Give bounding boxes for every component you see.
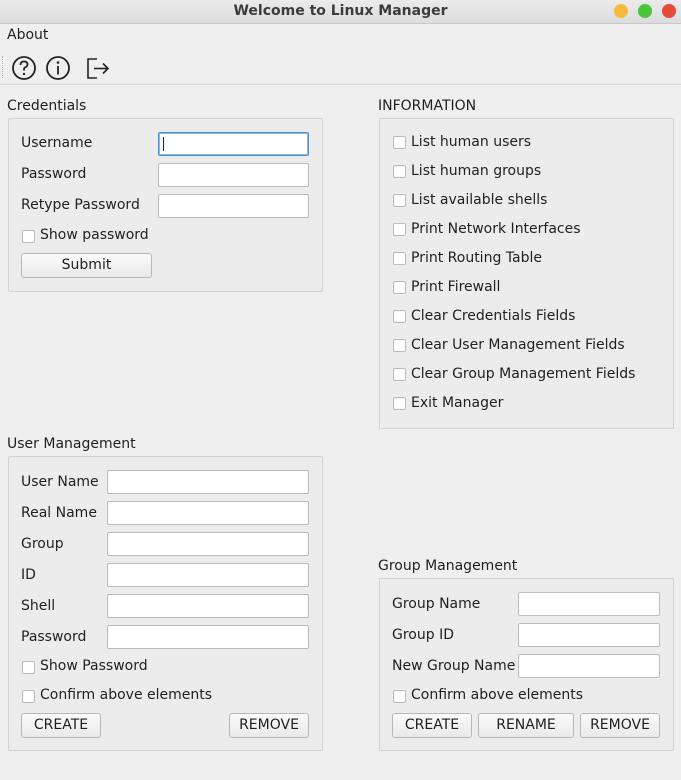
- user-password-input[interactable]: [107, 625, 309, 649]
- new-group-name-label: New Group Name: [392, 658, 516, 674]
- id-input[interactable]: [107, 563, 309, 587]
- user-management-title: User Management: [7, 436, 136, 452]
- information-panel: List human users List human groups List …: [379, 118, 674, 429]
- group-id-input[interactable]: [518, 623, 660, 647]
- retype-password-label: Retype Password: [21, 197, 140, 213]
- group-rename-button[interactable]: RENAME: [478, 713, 574, 738]
- username-label: Username: [21, 135, 93, 151]
- help-icon[interactable]: [11, 55, 37, 81]
- group-remove-button[interactable]: REMOVE: [580, 713, 660, 738]
- menu-about[interactable]: About: [7, 27, 48, 43]
- group-id-label: Group ID: [392, 627, 454, 643]
- info-checkbox[interactable]: [393, 281, 406, 294]
- maximize-button[interactable]: [638, 4, 652, 18]
- info-item-label: Exit Manager: [411, 395, 504, 411]
- user-remove-button[interactable]: REMOVE: [229, 713, 309, 738]
- group-input[interactable]: [107, 532, 309, 556]
- info-item-label: List human groups: [411, 163, 542, 179]
- show-password-label: Show password: [40, 227, 149, 243]
- close-button[interactable]: [662, 4, 676, 18]
- info-icon[interactable]: [45, 55, 71, 81]
- group-name-input[interactable]: [518, 592, 660, 616]
- info-checkbox[interactable]: [393, 136, 406, 149]
- text-caret: [163, 137, 164, 151]
- user-confirm-label: Confirm above elements: [40, 687, 213, 703]
- retype-password-input[interactable]: [158, 194, 309, 218]
- user-show-password-label: Show Password: [40, 658, 148, 674]
- user-name-input[interactable]: [107, 470, 309, 494]
- new-group-name-input[interactable]: [518, 654, 660, 678]
- minimize-button[interactable]: [614, 4, 628, 18]
- group-confirm-label: Confirm above elements: [411, 687, 584, 703]
- group-management-panel: Group Name Group ID New Group Name Confi…: [379, 578, 674, 751]
- info-checkbox[interactable]: [393, 339, 406, 352]
- user-create-button[interactable]: CREATE: [21, 713, 101, 738]
- info-checkbox[interactable]: [393, 368, 406, 381]
- submit-button[interactable]: Submit: [21, 253, 152, 278]
- real-name-label: Real Name: [21, 505, 97, 521]
- toolbar-grip[interactable]: [2, 56, 5, 78]
- info-item-label: Print Network Interfaces: [411, 221, 581, 237]
- info-item-label: Clear User Management Fields: [411, 337, 625, 353]
- info-checkbox[interactable]: [393, 223, 406, 236]
- group-create-button[interactable]: CREATE: [392, 713, 472, 738]
- info-item-label: List human users: [411, 134, 532, 150]
- info-checkbox[interactable]: [393, 194, 406, 207]
- info-item-label: Clear Group Management Fields: [411, 366, 636, 382]
- info-item-label: Clear Credentials Fields: [411, 308, 576, 324]
- info-item-label: List available shells: [411, 192, 548, 208]
- group-confirm-checkbox[interactable]: [393, 690, 406, 703]
- info-item-label: Print Routing Table: [411, 250, 542, 266]
- window-title: Welcome to Linux Manager: [233, 3, 448, 19]
- info-checkbox[interactable]: [393, 252, 406, 265]
- credentials-title: Credentials: [7, 98, 87, 114]
- title-bar: Welcome to Linux Manager: [0, 0, 681, 24]
- group-management-title: Group Management: [378, 558, 518, 574]
- id-label: ID: [21, 567, 36, 583]
- shell-label: Shell: [21, 598, 56, 614]
- group-label: Group: [21, 536, 64, 552]
- shell-input[interactable]: [107, 594, 309, 618]
- password-input[interactable]: [158, 163, 309, 187]
- password-label: Password: [21, 166, 87, 182]
- info-checkbox[interactable]: [393, 165, 406, 178]
- user-name-label: User Name: [21, 474, 99, 490]
- toolbar: [0, 48, 681, 85]
- exit-icon[interactable]: [85, 55, 111, 81]
- real-name-input[interactable]: [107, 501, 309, 525]
- user-confirm-checkbox[interactable]: [22, 690, 35, 703]
- info-item-label: Print Firewall: [411, 279, 501, 295]
- show-password-checkbox[interactable]: [22, 230, 35, 243]
- information-title: INFORMATION: [378, 98, 477, 114]
- menu-bar: About: [0, 24, 681, 46]
- credentials-panel: Username Password Retype Password Show p…: [8, 118, 323, 292]
- user-show-password-checkbox[interactable]: [22, 661, 35, 674]
- username-input[interactable]: [158, 132, 309, 156]
- info-checkbox[interactable]: [393, 310, 406, 323]
- group-name-label: Group Name: [392, 596, 481, 612]
- info-checkbox[interactable]: [393, 397, 406, 410]
- user-management-panel: User Name Real Name Group ID Shell Passw…: [8, 456, 323, 751]
- user-password-label: Password: [21, 629, 87, 645]
